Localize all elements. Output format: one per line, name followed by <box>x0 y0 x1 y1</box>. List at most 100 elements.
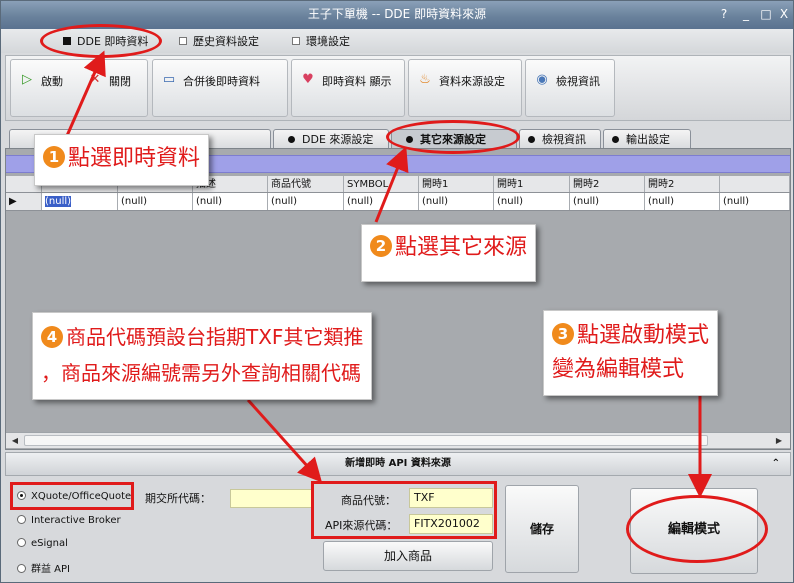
scroll-left-icon[interactable]: ◀ <box>8 434 22 447</box>
table-cell[interactable]: (null) <box>118 193 193 210</box>
table-cell[interactable]: (null) <box>570 193 645 210</box>
radio-esignal[interactable]: eSignal <box>17 537 68 549</box>
menu-bar: DDE 即時資料 歷史資料設定 環境設定 <box>1 29 793 53</box>
start-button-label: 啟動 <box>41 75 63 88</box>
column-header[interactable]: 開時1 <box>419 176 494 192</box>
save-button[interactable]: 儲存 <box>505 485 579 573</box>
futures-code-label: 期交所代碼： <box>145 492 211 505</box>
scroll-thumb[interactable] <box>24 435 708 446</box>
flame-icon: ♨ <box>419 72 431 87</box>
radio-icon <box>17 514 26 524</box>
column-header[interactable]: 開時2 <box>570 176 645 192</box>
close-button[interactable]: ✕ 關閉 <box>81 60 147 116</box>
menu-tab-history[interactable]: 歷史資料設定 <box>179 32 259 52</box>
data-source-settings-button[interactable]: ♨ 資料來源設定 <box>408 59 522 117</box>
column-header[interactable]: 開時1 <box>494 176 570 192</box>
toolbar: ▷ 啟動 ✕ 關閉 ▭ 合併後即時資料 ♥ 即時資料 顯示 ♨ 資料來源設定 ◉… <box>5 55 791 121</box>
window-title: 王子下單機 -- DDE 即時資料來源 <box>307 7 487 21</box>
step-badge: 2 <box>370 235 392 257</box>
merged-realtime-label: 合併後即時資料 <box>183 75 260 88</box>
api-source-code-input[interactable]: FITX201002 <box>409 514 493 534</box>
radio-xquote[interactable]: XQuote/OfficeQuote <box>17 490 132 502</box>
tab-output-settings[interactable]: 輸出設定 <box>603 129 691 149</box>
radio-label: XQuote/OfficeQuote <box>31 491 132 502</box>
menu-tab-environment[interactable]: 環境設定 <box>292 32 350 52</box>
realtime-display-label: 即時資料 顯示 <box>322 75 392 88</box>
column-header[interactable]: SYMBOL <box>344 176 419 192</box>
menu-tab-label: 歷史資料設定 <box>193 35 259 48</box>
radio-capital-api[interactable]: 群益 API <box>17 560 70 575</box>
data-source-settings-label: 資料來源設定 <box>439 75 505 88</box>
radio-label: 群益 API <box>31 564 70 575</box>
other-source-panel: 描述 商品代號 SYMBOL 開時1 開時1 開時2 開時2 ▶ (null) … <box>5 148 791 450</box>
tab-dde-source[interactable]: DDE 來源設定 <box>273 129 389 149</box>
futures-code-input[interactable] <box>230 489 312 508</box>
cell-value: (null) <box>45 196 72 207</box>
api-source-form: XQuote/OfficeQuote Interactive Broker eS… <box>5 476 791 580</box>
scroll-right-icon[interactable]: ▶ <box>772 434 786 447</box>
tab-label: 其它來源設定 <box>420 133 486 146</box>
table-row[interactable]: ▶ (null) (null) (null) (null) (null) (nu… <box>6 193 790 211</box>
menu-tab-dde-realtime[interactable]: DDE 即時資料 <box>63 32 148 52</box>
callout-text: 點選其它來源 <box>395 235 528 260</box>
monitor-icon: ▭ <box>162 72 176 87</box>
api-source-header: 新增即時 API 資料來源 ⌃ <box>5 452 791 476</box>
square-icon <box>292 37 300 45</box>
view-info-button[interactable]: ◉ 檢視資訊 <box>525 59 615 117</box>
row-pointer-icon: ▶ <box>6 193 42 210</box>
table-cell[interactable]: (null) <box>193 193 268 210</box>
callout-text: 點選啟動模式 <box>577 323 710 348</box>
dot-icon <box>406 136 413 143</box>
radio-icon <box>17 537 26 547</box>
table-cell[interactable]: (null) <box>344 193 419 210</box>
add-product-button[interactable]: 加入商品 <box>323 541 493 571</box>
product-code-label: 商品代號： <box>341 494 396 507</box>
start-stop-group: ▷ 啟動 ✕ 關閉 <box>10 59 148 117</box>
square-icon <box>63 37 71 45</box>
table-cell[interactable]: (null) <box>645 193 720 210</box>
title-bar: 王子下單機 -- DDE 即時資料來源 ? _ □ X <box>1 1 793 29</box>
column-header[interactable]: 開時2 <box>645 176 720 192</box>
tab-label: DDE 來源設定 <box>302 133 374 146</box>
product-code-input[interactable]: TXF <box>409 488 493 508</box>
close-button-label: 關閉 <box>109 75 131 88</box>
horizontal-scrollbar[interactable]: ◀ ▶ <box>6 432 790 448</box>
dot-icon <box>528 136 535 143</box>
api-source-title: 新增即時 API 資料來源 <box>345 458 451 469</box>
table-cell[interactable]: (null) <box>720 193 790 210</box>
callout-step2: 2 點選其它來源 <box>361 224 537 282</box>
step-badge: 3 <box>552 323 574 345</box>
realtime-display-button[interactable]: ♥ 即時資料 顯示 <box>291 59 405 117</box>
tab-view-info[interactable]: 檢視資訊 <box>519 129 601 149</box>
collapse-icon[interactable]: ⌃ <box>772 453 780 475</box>
radio-icon <box>17 563 26 573</box>
radio-label: eSignal <box>31 538 68 549</box>
step-badge: 1 <box>43 146 65 168</box>
play-icon: ▷ <box>22 72 32 87</box>
merged-realtime-button[interactable]: ▭ 合併後即時資料 <box>152 59 288 117</box>
close-window-button[interactable]: X <box>775 6 793 22</box>
column-header[interactable]: 商品代號 <box>268 176 344 192</box>
maximize-button[interactable]: □ <box>757 6 775 22</box>
menu-tab-label: DDE 即時資料 <box>77 35 149 48</box>
square-icon <box>179 37 187 45</box>
heart-icon: ♥ <box>302 72 314 87</box>
start-button[interactable]: ▷ 啟動 <box>11 60 79 116</box>
table-cell[interactable]: (null) <box>419 193 494 210</box>
callout-text: ，商品來源編號需另外查詢相關代碼 <box>41 361 361 385</box>
radio-interactive-broker[interactable]: Interactive Broker <box>17 514 121 526</box>
column-header[interactable] <box>720 176 790 192</box>
table-cell[interactable]: (null) <box>268 193 344 210</box>
edit-mode-button[interactable]: 編輯模式 <box>630 488 758 574</box>
table-cell[interactable]: (null) <box>494 193 570 210</box>
app-window: 王子下單機 -- DDE 即時資料來源 ? _ □ X DDE 即時資料 歷史資… <box>0 0 794 583</box>
callout-step3: 3 點選啟動模式 變為編輯模式 <box>543 310 719 396</box>
tab-other-source[interactable]: 其它來源設定 <box>391 129 517 149</box>
callout-text: 變為編輯模式 <box>552 357 685 382</box>
minimize-button[interactable]: _ <box>737 6 755 22</box>
step-badge: 4 <box>41 325 63 348</box>
table-cell-selected[interactable]: (null) <box>42 193 118 210</box>
menu-tab-label: 環境設定 <box>306 35 350 48</box>
help-button[interactable]: ? <box>715 6 733 22</box>
dot-icon <box>612 136 619 143</box>
